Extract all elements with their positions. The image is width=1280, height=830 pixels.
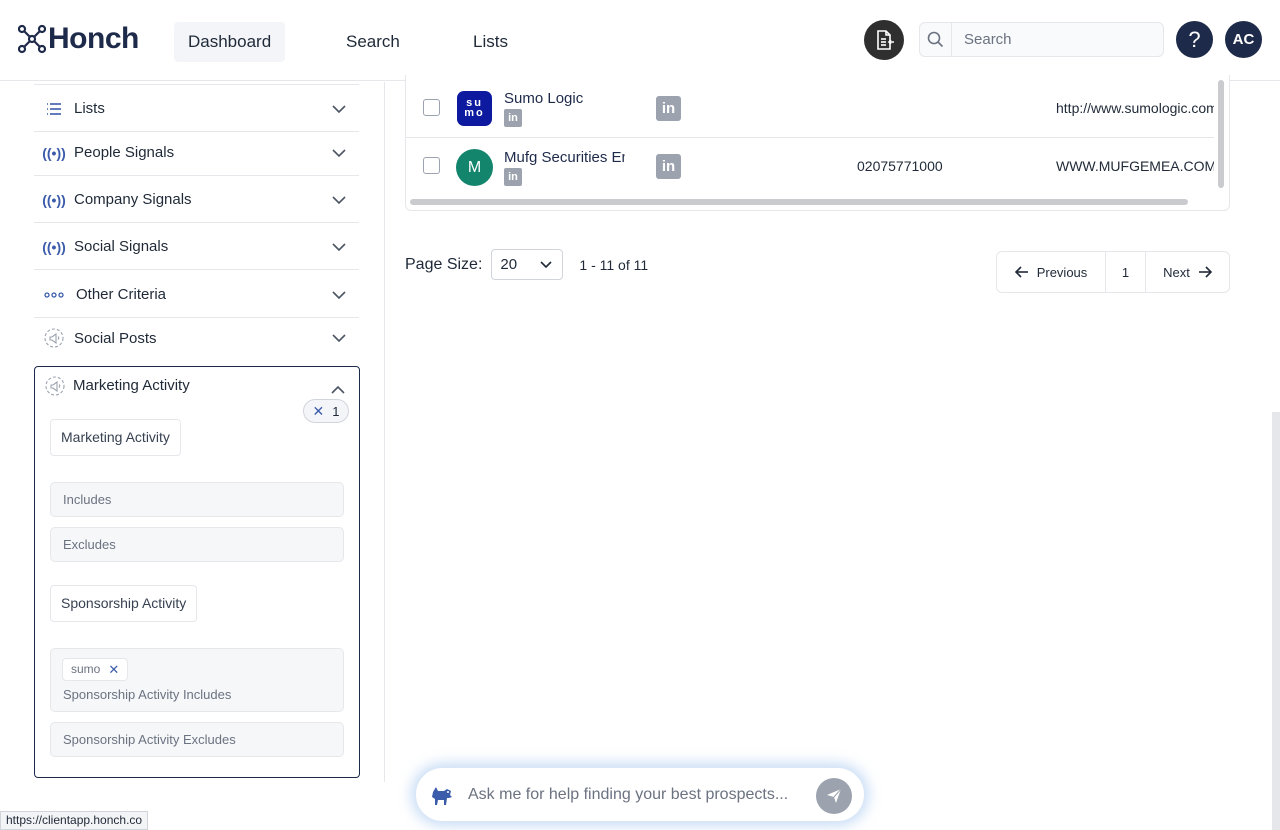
sponsorship-excludes-field[interactable]: Sponsorship Activity Excludes [50, 722, 344, 757]
filter-lists[interactable]: Lists [34, 86, 359, 132]
filter-people-signals[interactable]: ((•)) People Signals [34, 130, 359, 176]
field-placeholder: Sponsorship Activity Includes [63, 687, 232, 702]
chevron-down-icon[interactable] [319, 242, 359, 251]
results-table: su mo Sumo Logic in in http://www.sumolog… [405, 75, 1230, 211]
close-icon: ✕ [312, 402, 325, 419]
page-scrollbar[interactable] [1272, 412, 1280, 830]
dots-icon [34, 291, 74, 298]
signal-icon: ((•)) [42, 238, 66, 255]
nav-dashboard[interactable]: Dashboard [174, 22, 286, 62]
filter-company-signals[interactable]: ((•)) Company Signals [34, 177, 359, 223]
chevron-down-icon[interactable] [319, 148, 359, 157]
page-size-control: Page Size: 20 1 - 11 of 11 [405, 249, 648, 280]
pagination: Previous 1 Next [996, 251, 1230, 293]
honch-logo[interactable]: Honch [18, 22, 139, 56]
filter-label: Social Posts [74, 329, 157, 347]
nav-search[interactable]: Search [332, 22, 414, 62]
filter-label: Other Criteria [76, 286, 167, 303]
export-document-button[interactable] [864, 20, 904, 60]
row-checkbox[interactable] [423, 99, 440, 116]
company-logo: M [456, 149, 493, 186]
filter-other-criteria[interactable]: Other Criteria [34, 272, 359, 318]
remove-tag-icon[interactable]: ✕ [108, 659, 119, 680]
global-search [919, 22, 1164, 57]
result-range: 1 - 11 of 11 [579, 256, 649, 273]
megaphone-icon [34, 328, 74, 348]
document-import-icon [877, 30, 894, 50]
brand-name: Honch [48, 22, 139, 55]
filter-label: Company Signals [74, 191, 192, 208]
page-size-value: 20 [500, 256, 518, 273]
megaphone-icon [45, 376, 65, 401]
chevron-down-icon[interactable] [319, 104, 359, 113]
filter-label: Lists [74, 100, 105, 117]
nav-lists[interactable]: Lists [459, 22, 522, 62]
top-header: Honch Dashboard Search Lists ? AC [0, 0, 1280, 81]
sponsor-tag-chip: sumo ✕ [62, 658, 129, 681]
table-row[interactable]: su mo Sumo Logic in in http://www.sumolog… [406, 80, 1214, 138]
filter-sidebar: Lists ((•)) People Signals ((•)) Company… [0, 82, 385, 782]
company-name[interactable]: Mufg Securities Emea [504, 149, 625, 166]
arrow-left-icon [1014, 266, 1028, 278]
signal-icon: ((•)) [42, 191, 66, 208]
chevron-down-icon[interactable] [319, 334, 359, 342]
company-website[interactable]: WWW.MUFGEMEA.COM [1056, 158, 1214, 174]
marketing-activity-section-label: Marketing Activity [50, 419, 181, 456]
linkedin-icon[interactable]: in [656, 154, 681, 179]
chat-input[interactable] [468, 781, 808, 809]
list-icon [34, 102, 74, 116]
help-button[interactable]: ? [1176, 21, 1213, 58]
status-bar-url: https://clientapp.honch.co [0, 811, 149, 830]
chevron-up-icon[interactable] [331, 381, 345, 399]
filter-label: People Signals [74, 144, 175, 161]
page-size-label: Page Size: [405, 255, 483, 273]
user-avatar[interactable]: AC [1225, 21, 1262, 58]
sponsorship-includes-field[interactable]: sumo ✕ Sponsorship Activity Includes [50, 648, 344, 712]
send-icon [827, 788, 842, 803]
company-website[interactable]: http://www.sumologic.com [1056, 100, 1214, 116]
chevron-down-icon[interactable] [319, 195, 359, 204]
ai-chat-bar [415, 767, 865, 822]
linkedin-icon[interactable]: in [656, 96, 681, 121]
previous-label: Previous [1036, 264, 1088, 280]
dog-mascot-icon [430, 784, 454, 811]
signal-icon: ((•)) [42, 144, 66, 161]
table-row[interactable]: M Mufg Securities Emea in in 02075771000… [406, 138, 1214, 196]
next-page-button[interactable]: Next [1146, 252, 1229, 292]
divider [34, 84, 359, 85]
network-logo-icon [18, 24, 46, 54]
filter-social-posts[interactable]: Social Posts [34, 315, 359, 361]
sponsorship-activity-section-label: Sponsorship Activity [50, 585, 198, 622]
search-input[interactable] [952, 23, 1163, 56]
horizontal-scrollbar[interactable] [410, 199, 1188, 205]
excludes-field[interactable]: Excludes [50, 527, 344, 562]
chevron-down-icon[interactable] [319, 290, 359, 299]
company-name[interactable]: Sumo Logic [504, 90, 624, 107]
page-number-button[interactable]: 1 [1106, 252, 1146, 292]
previous-page-button[interactable]: Previous [997, 252, 1106, 292]
vertical-scrollbar[interactable] [1218, 80, 1224, 188]
page-size-select[interactable]: 20 [491, 249, 564, 280]
next-label: Next [1163, 264, 1190, 280]
chevron-down-icon [540, 261, 552, 268]
includes-field[interactable]: Includes [50, 482, 344, 517]
filter-label: Social Signals [74, 238, 169, 255]
send-button[interactable] [816, 778, 852, 814]
clear-filter-count-chip[interactable]: ✕ 1 [303, 399, 349, 423]
panel-title[interactable]: Marketing Activity [73, 377, 190, 394]
filter-social-signals[interactable]: ((•)) Social Signals [34, 224, 359, 270]
filter-count: 1 [332, 403, 340, 419]
linkedin-icon[interactable]: in [504, 109, 522, 127]
marketing-activity-panel: Marketing Activity ✕ 1 Marketing Activit… [34, 366, 360, 778]
row-checkbox[interactable] [423, 157, 440, 174]
search-icon[interactable] [920, 23, 952, 56]
arrow-right-icon [1198, 266, 1212, 278]
company-logo: su mo [457, 91, 492, 126]
tag-label: sumo [71, 662, 101, 676]
company-phone: 02075771000 [857, 158, 943, 174]
linkedin-icon[interactable]: in [504, 168, 522, 186]
